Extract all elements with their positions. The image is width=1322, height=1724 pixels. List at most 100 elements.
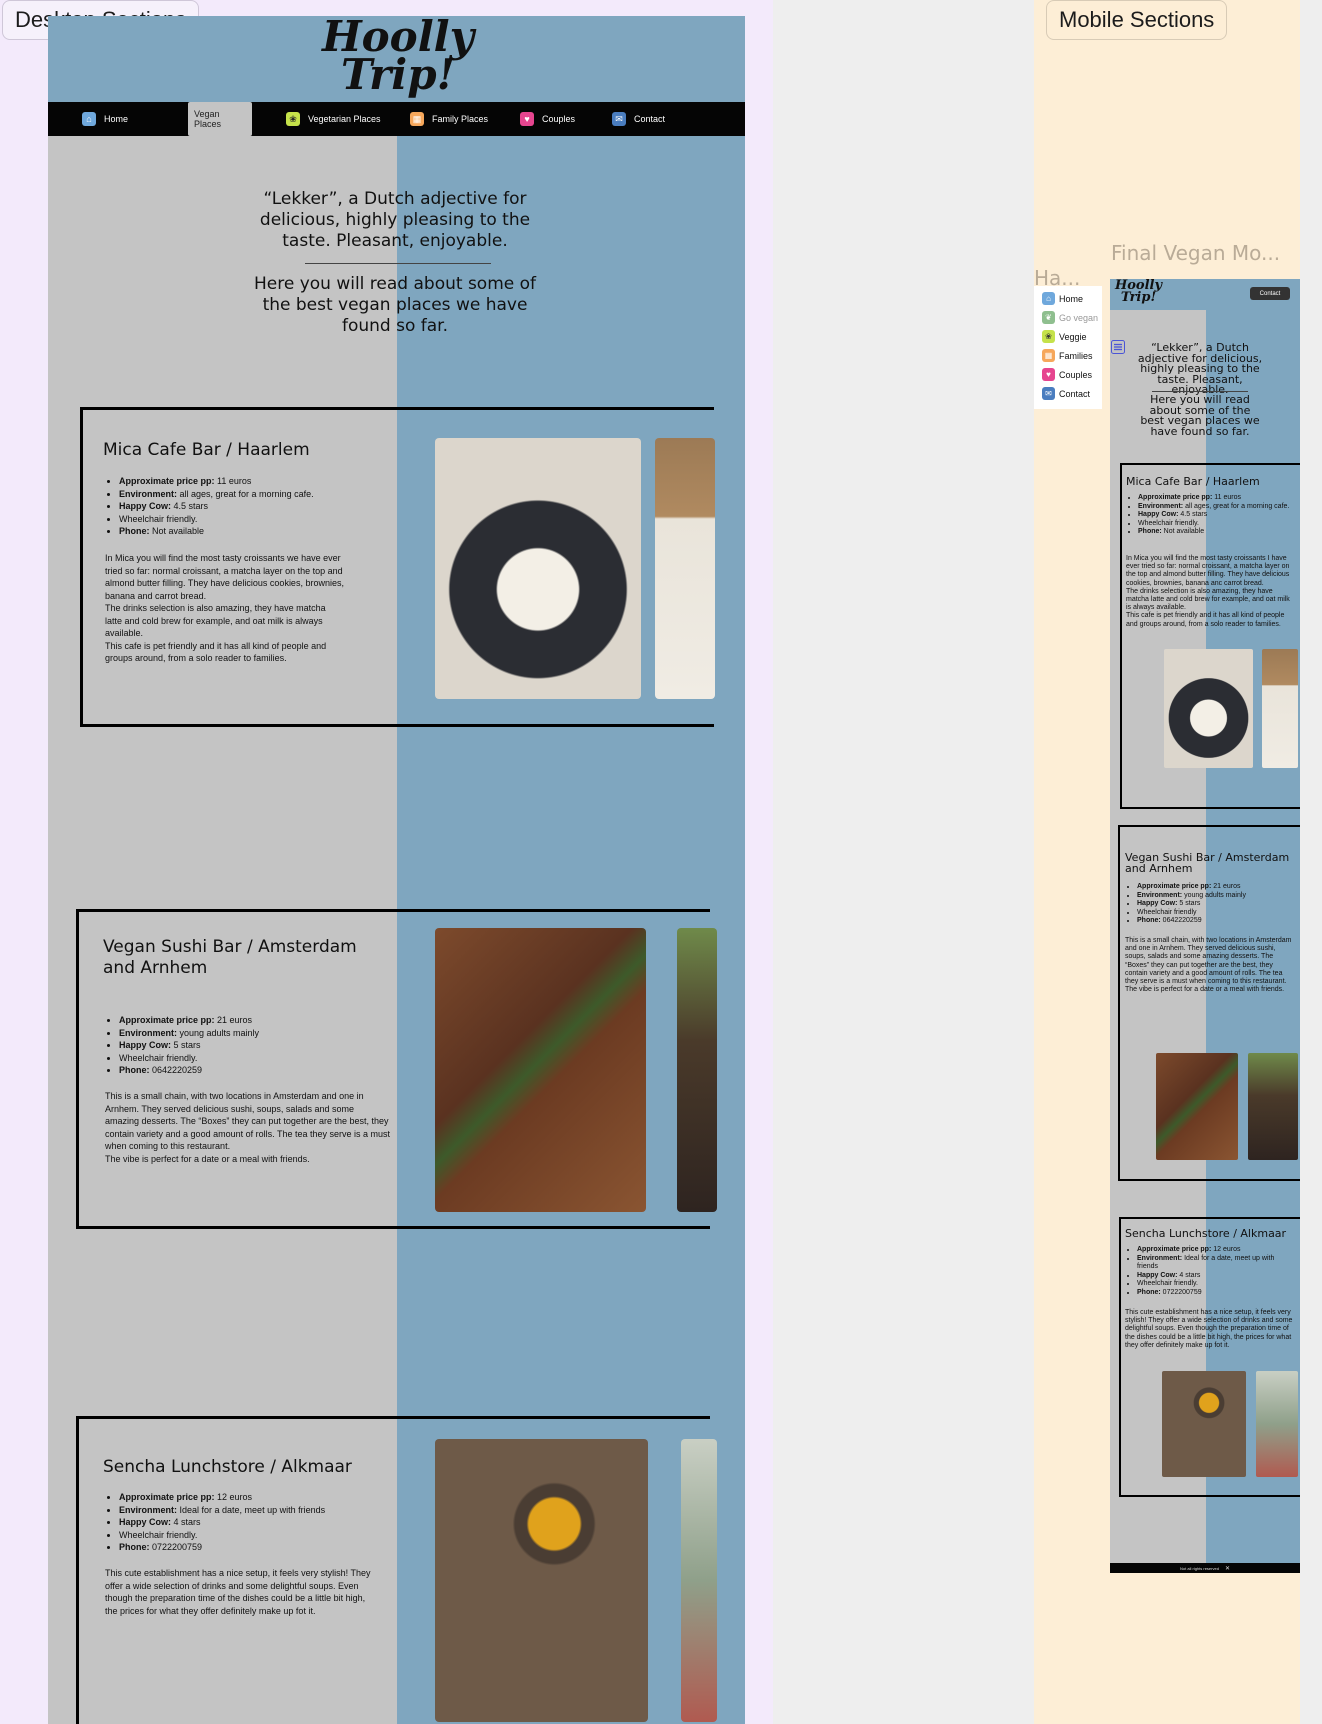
mobile-section-label[interactable]: Mobile Sections (1046, 0, 1228, 40)
mobile-contact-button[interactable]: Contact (1250, 287, 1290, 300)
nav-home-label: Home (104, 114, 129, 124)
intro-description: Here you will read about some of the bes… (253, 274, 537, 336)
place-description: This is a small chain, with two location… (105, 1091, 390, 1164)
mobile-menu-label: Veggie (1059, 331, 1087, 342)
mobile-menu-veggie[interactable]: ❀ Veggie (1042, 330, 1087, 343)
mobile-menu-label: Home (1059, 293, 1084, 304)
mobile-menu-label: Contact (1059, 388, 1091, 399)
family-icon: ▦ (410, 112, 424, 126)
mobile-footer: Not all rights reserved ✕ (1110, 1563, 1300, 1573)
mobile-menu-contact[interactable]: ✉ Contact (1042, 387, 1090, 400)
place-photo[interactable] (435, 438, 641, 699)
couple-icon: ♥ (520, 112, 534, 126)
detail-environment: Environment: all ages, great for a morni… (1138, 503, 1296, 512)
mobile-place-card-sencha: Sencha Lunchstore / Alkmaar Approximate … (1119, 1217, 1300, 1497)
place-photo-2[interactable] (655, 438, 715, 699)
house-icon: ⌂ (1042, 292, 1055, 305)
broccoli-icon: ❀ (1042, 330, 1055, 343)
nav-family-label: Family Places (432, 114, 489, 124)
place-description: In Mica you will find the most tasty cro… (105, 553, 344, 663)
mobile-menu-home[interactable]: ⌂ Home (1042, 292, 1083, 305)
mobile-place-details: Approximate price pp: 11 euros Environme… (1128, 494, 1296, 537)
nav-vegan-places[interactable]: Vegan Places (188, 102, 252, 136)
mobile-place-photo[interactable] (1162, 1371, 1246, 1477)
detail-phone: Phone: Not available (1138, 528, 1296, 537)
mobile-place-photo-2[interactable] (1262, 649, 1298, 768)
logo-line-2: Trip! (340, 49, 456, 99)
nav-vegan-places-label: Vegan Places (194, 109, 222, 129)
detail-environment: Environment: all ages, great for a morni… (119, 488, 365, 501)
detail-happy-cow: Happy Cow: 4 stars (119, 1516, 385, 1529)
detail-phone: Phone: 0642220259 (1137, 917, 1295, 926)
mobile-frame-title[interactable]: Final Vegan Mo... (1111, 241, 1280, 265)
place-description: This cute establishment has a nice setup… (105, 1568, 371, 1616)
nav-vegetarian-label: Vegetarian Places (308, 114, 381, 124)
detail-wheelchair: Wheelchair friendly. (119, 1529, 385, 1542)
mobile-place-photo[interactable] (1156, 1053, 1238, 1160)
place-card-vegan-sushi: Vegan Sushi Bar / Amsterdam and Arnhem A… (76, 909, 717, 1229)
place-photo-2[interactable] (677, 928, 717, 1212)
detail-price: Approximate price pp: 11 euros (1138, 494, 1296, 503)
detail-environment: Environment: young adults mainly (119, 1027, 385, 1040)
detail-wheelchair: Wheelchair friendly. (119, 513, 365, 526)
mobile-frame: Hoolly Trip! Contact “Lekker”, a Dutch a… (1110, 279, 1300, 1573)
mobile-logo[interactable]: Hoolly Trip! (1111, 279, 1166, 305)
detail-environment: Environment: Ideal for a date, meet up w… (119, 1504, 385, 1517)
nav-contact[interactable]: ✉ Contact (606, 102, 671, 136)
mobile-place-description: This cute establishment has a nice setup… (1125, 1309, 1293, 1349)
mobile-place-photo[interactable] (1164, 649, 1253, 768)
footer-text: Not all rights reserved (1180, 1565, 1219, 1571)
detail-wheelchair: Wheelchair friendly. (1137, 1280, 1295, 1289)
detail-phone: Phone: Not available (119, 525, 365, 538)
nav-vegetarian-places[interactable]: ❀ Vegetarian Places (280, 102, 387, 136)
place-card-mica: Mica Cafe Bar / Haarlem Approximate pric… (80, 407, 715, 727)
mobile-header: Hoolly Trip! Contact (1110, 279, 1300, 310)
family-icon: ▦ (1042, 349, 1055, 362)
mobile-place-details: Approximate price pp: 12 euros Environme… (1127, 1246, 1295, 1298)
intro-definition: “Lekker”, a Dutch adjective for deliciou… (259, 189, 531, 251)
leaf-icon: ❦ (1042, 311, 1055, 324)
site-header: Hoolly Trip! (48, 16, 745, 102)
mobile-side-menu: ⌂ Home ❦ Go vegan ❀ Veggie ▦ Families ♥ … (1034, 286, 1102, 409)
logo-line-2: Trip! (1120, 289, 1157, 305)
mobile-place-photo-2[interactable] (1248, 1053, 1298, 1160)
place-photo-2[interactable] (681, 1439, 717, 1722)
detail-happy-cow: Happy Cow: 4.5 stars (119, 500, 365, 513)
nav-contact-label: Contact (634, 114, 666, 124)
chat-icon: ✉ (1042, 387, 1055, 400)
place-card-sencha: Sencha Lunchstore / Alkmaar Approximate … (76, 1416, 717, 1724)
mobile-intro-divider (1152, 391, 1248, 392)
place-photo[interactable] (435, 1439, 648, 1722)
mobile-place-photo-2[interactable] (1256, 1371, 1298, 1477)
close-icon[interactable]: ✕ (1225, 1565, 1230, 1572)
intro-divider (305, 263, 491, 264)
place-title: Vegan Sushi Bar / Amsterdam and Arnhem (103, 937, 357, 978)
detail-phone: Phone: 0642220259 (119, 1064, 385, 1077)
nav-family-places[interactable]: ▦ Family Places (404, 102, 494, 136)
detail-price: Approximate price pp: 21 euros (119, 1014, 385, 1027)
mobile-place-details: Approximate price pp: 21 euros Environme… (1127, 883, 1295, 926)
mobile-intro-definition: “Lekker”, a Dutch adjective for deliciou… (1137, 341, 1263, 396)
nav-home[interactable]: ⌂ Home (76, 102, 134, 136)
hamburger-icon[interactable] (1111, 339, 1125, 354)
mobile-menu-families[interactable]: ▦ Families (1042, 349, 1093, 362)
main-navigation: ⌂ Home Vegan Places ❀ Vegetarian Places … (48, 102, 745, 136)
place-photo[interactable] (435, 928, 646, 1212)
site-logo[interactable]: Hoolly Trip! (288, 16, 508, 99)
mobile-place-card-mica: Mica Cafe Bar / Haarlem Approximate pric… (1120, 463, 1300, 809)
detail-price: Approximate price pp: 11 euros (119, 475, 365, 488)
detail-happy-cow: Happy Cow: 5 stars (119, 1039, 385, 1052)
detail-happy-cow: Happy Cow: 4 stars (1137, 1272, 1295, 1281)
detail-wheelchair: Wheelchair friendly. (1138, 520, 1296, 529)
nav-couples-label: Couples (542, 114, 576, 124)
mobile-menu-couples[interactable]: ♥ Couples (1042, 368, 1092, 381)
mobile-place-title: Sencha Lunchstore / Alkmaar (1125, 1227, 1287, 1240)
detail-wheelchair: Wheelchair friendly (1137, 909, 1295, 918)
place-title: Mica Cafe Bar / Haarlem (103, 440, 310, 460)
broccoli-icon: ❀ (286, 112, 300, 126)
nav-couples[interactable]: ♥ Couples (514, 102, 581, 136)
detail-price: Approximate price pp: 21 euros (1137, 883, 1295, 892)
place-details: Approximate price pp: 11 euros Environme… (105, 475, 365, 538)
mobile-menu-go-vegan[interactable]: ❦ Go vegan (1042, 311, 1098, 324)
place-title: Sencha Lunchstore / Alkmaar (103, 1457, 352, 1477)
